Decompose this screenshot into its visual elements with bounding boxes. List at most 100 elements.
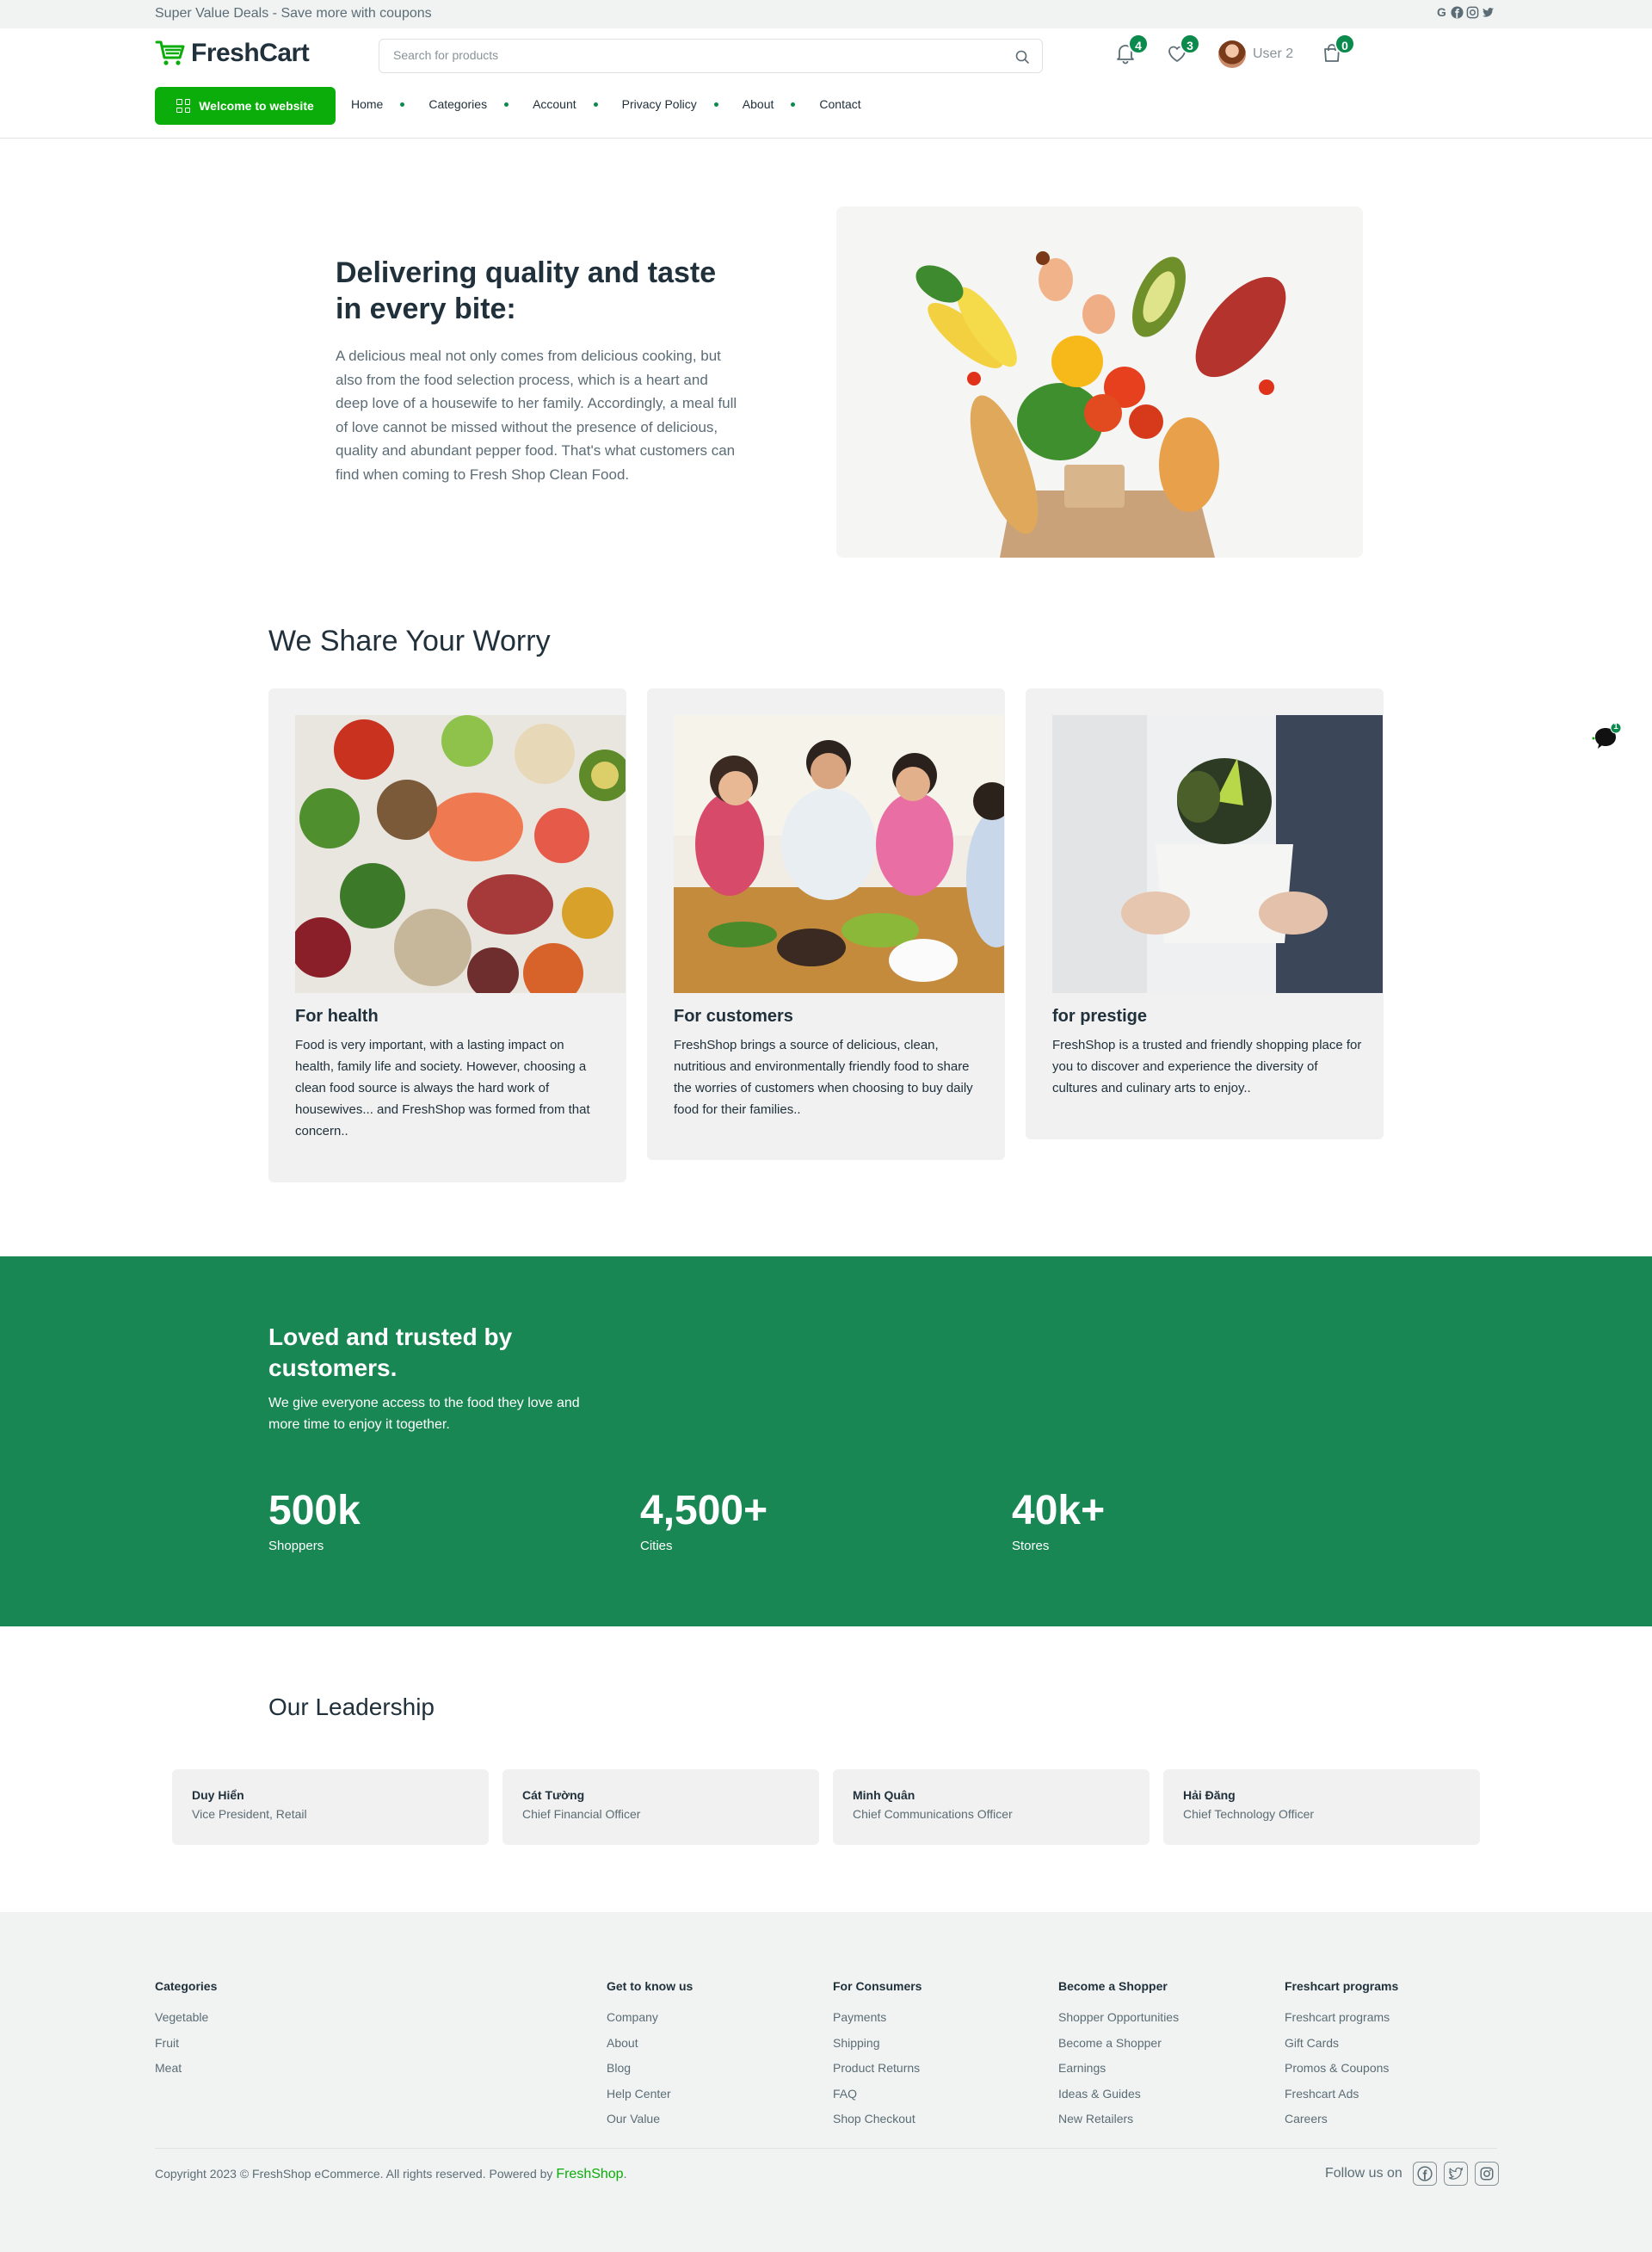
leader-card: Minh Quân Chief Communications Officer bbox=[833, 1769, 1150, 1845]
google-icon[interactable]: G bbox=[1435, 6, 1448, 19]
footer-link[interactable]: Payments bbox=[833, 2010, 922, 2036]
footer-link[interactable]: Freshcart programs bbox=[1285, 2010, 1398, 2036]
hero-title: Delivering quality and taste in every bi… bbox=[336, 256, 717, 325]
nav-label: Privacy Policy bbox=[621, 97, 697, 111]
footer-link[interactable]: Freshcart Ads bbox=[1285, 2087, 1398, 2113]
search-bar bbox=[379, 39, 1043, 73]
footer-link[interactable]: New Retailers bbox=[1058, 2112, 1179, 2138]
stat-label: Stores bbox=[1012, 1539, 1050, 1553]
search-icon[interactable] bbox=[1014, 49, 1030, 65]
top-social-links: G bbox=[1435, 6, 1495, 19]
notifications-button[interactable]: 4 bbox=[1113, 34, 1149, 66]
copyright: Copyright 2023 © FreshShop eCommerce. Al… bbox=[155, 2167, 626, 2182]
leader-role: Vice President, Retail bbox=[192, 1807, 307, 1821]
card-prestige: for prestige FreshShop is a trusted and … bbox=[1026, 688, 1384, 1139]
card-title: For health bbox=[295, 1007, 379, 1026]
welcome-button[interactable]: Welcome to website bbox=[155, 87, 336, 125]
follow-label: Follow us on bbox=[1325, 2166, 1402, 2181]
grid-icon bbox=[176, 99, 191, 113]
footer-heading: Categories bbox=[155, 1979, 218, 1993]
footer-col-categories: Categories Vegetable Fruit Meat bbox=[155, 1979, 217, 2087]
stat-cities: 4,500+ Cities bbox=[640, 1487, 767, 1553]
card-title: For customers bbox=[674, 1007, 793, 1026]
logo[interactable]: FreshCart bbox=[155, 39, 310, 68]
cart-logo-icon bbox=[155, 40, 185, 65]
footer-link[interactable]: Shopper Opportunities bbox=[1058, 2010, 1179, 2036]
footer-link[interactable]: Help Center bbox=[607, 2087, 693, 2113]
instagram-icon[interactable] bbox=[1466, 6, 1479, 19]
card-text: FreshShop brings a source of delicious, … bbox=[674, 1038, 973, 1117]
footer-col-get-to-know-us: Get to know us Company About Blog Help C… bbox=[607, 1979, 693, 2138]
promo-text: Super Value Deals - Save more with coupo… bbox=[155, 6, 432, 21]
nav-dot bbox=[504, 102, 509, 107]
stat-value: 4,500+ bbox=[640, 1488, 768, 1533]
footer-link[interactable]: Fruit bbox=[155, 2036, 217, 2062]
footer-heading: Become a Shopper bbox=[1058, 1979, 1168, 1993]
leader-role: Chief Communications Officer bbox=[853, 1807, 1013, 1821]
twitter-icon[interactable] bbox=[1443, 2162, 1468, 2186]
chat-badge: 1 bbox=[1613, 722, 1618, 731]
footer-link[interactable]: Our Value bbox=[607, 2112, 693, 2138]
footer-col-freshcart-programs: Freshcart programs Freshcart programs Gi… bbox=[1285, 1979, 1398, 2138]
footer-link[interactable]: Shipping bbox=[833, 2036, 922, 2062]
nav-item-about[interactable]: About bbox=[743, 97, 820, 111]
nav-dot bbox=[593, 102, 598, 107]
footer-link[interactable]: Careers bbox=[1285, 2112, 1398, 2138]
nav-label: Account bbox=[533, 97, 576, 111]
stat-stores: 40k+ Stores bbox=[1012, 1487, 1105, 1553]
nav-item-contact[interactable]: Contact bbox=[819, 97, 860, 111]
wishlist-button[interactable]: 3 bbox=[1164, 34, 1200, 66]
nav-item-privacy-policy[interactable]: Privacy Policy bbox=[622, 97, 743, 111]
nav-dot bbox=[791, 102, 796, 107]
cart-button[interactable]: 0 bbox=[1319, 34, 1355, 66]
footer-link[interactable]: FAQ bbox=[833, 2087, 922, 2113]
top-bar: Super Value Deals - Save more with coupo… bbox=[0, 0, 1652, 28]
footer-link[interactable]: Promos & Coupons bbox=[1285, 2061, 1398, 2087]
footer-link[interactable]: Earnings bbox=[1058, 2061, 1179, 2087]
nav-item-home[interactable]: Home bbox=[351, 97, 428, 111]
footer-link[interactable]: Shop Checkout bbox=[833, 2112, 922, 2138]
footer-link[interactable]: Vegetable bbox=[155, 2010, 217, 2036]
stat-shoppers: 500k Shoppers bbox=[268, 1487, 361, 1553]
leader-card: Cát Tường Chief Financial Officer bbox=[502, 1769, 819, 1845]
footer-link[interactable]: Become a Shopper bbox=[1058, 2036, 1179, 2062]
facebook-icon[interactable] bbox=[1412, 2162, 1437, 2186]
nav-label: About bbox=[742, 97, 774, 111]
copyright-brand-link[interactable]: FreshShop bbox=[556, 2167, 623, 2181]
healthy-food-image bbox=[295, 715, 626, 993]
leader-card: Hải Đăng Chief Technology Officer bbox=[1163, 1769, 1480, 1845]
nav-label: Home bbox=[351, 97, 384, 111]
follow-us: Follow us on bbox=[1325, 2162, 1499, 2186]
wishlist-badge: 3 bbox=[1180, 34, 1200, 54]
footer-col-become-a-shopper: Become a Shopper Shopper Opportunities B… bbox=[1058, 1979, 1179, 2138]
footer-link[interactable]: Company bbox=[607, 2010, 693, 2036]
footer-link[interactable]: About bbox=[607, 2036, 693, 2062]
search-input[interactable] bbox=[393, 48, 996, 62]
card-title: for prestige bbox=[1052, 1007, 1148, 1026]
cart-badge: 0 bbox=[1335, 34, 1355, 54]
twitter-icon[interactable] bbox=[1482, 6, 1495, 19]
footer-link[interactable]: Product Returns bbox=[833, 2061, 922, 2087]
hero-groceries-image bbox=[836, 207, 1363, 558]
leader-name: Cát Tường bbox=[522, 1788, 585, 1802]
stat-label: Shoppers bbox=[268, 1539, 324, 1553]
footer-link[interactable]: Blog bbox=[607, 2061, 693, 2087]
family-dinner-image bbox=[674, 715, 1004, 993]
nav-label: Contact bbox=[819, 97, 861, 111]
footer-link[interactable]: Meat bbox=[155, 2061, 217, 2087]
nav-item-account[interactable]: Account bbox=[533, 97, 622, 111]
footer-heading: Get to know us bbox=[607, 1979, 693, 1993]
instagram-icon[interactable] bbox=[1474, 2162, 1499, 2186]
card-text: FreshShop is a trusted and friendly shop… bbox=[1052, 1038, 1362, 1095]
worry-title: We Share Your Worry bbox=[268, 625, 551, 657]
card-health: For health Food is very important, with … bbox=[268, 688, 626, 1182]
nav-item-categories[interactable]: Categories bbox=[428, 97, 533, 111]
footer-link[interactable]: Gift Cards bbox=[1285, 2036, 1398, 2062]
footer-link[interactable]: Ideas & Guides bbox=[1058, 2087, 1179, 2113]
chat-button[interactable]: 1 bbox=[1588, 722, 1623, 757]
leader-role: Chief Financial Officer bbox=[522, 1807, 641, 1821]
leader-name: Minh Quân bbox=[853, 1788, 915, 1802]
logo-text: FreshCart bbox=[191, 39, 310, 67]
user-menu[interactable]: User 2 bbox=[1218, 40, 1293, 68]
facebook-icon[interactable] bbox=[1451, 6, 1464, 19]
